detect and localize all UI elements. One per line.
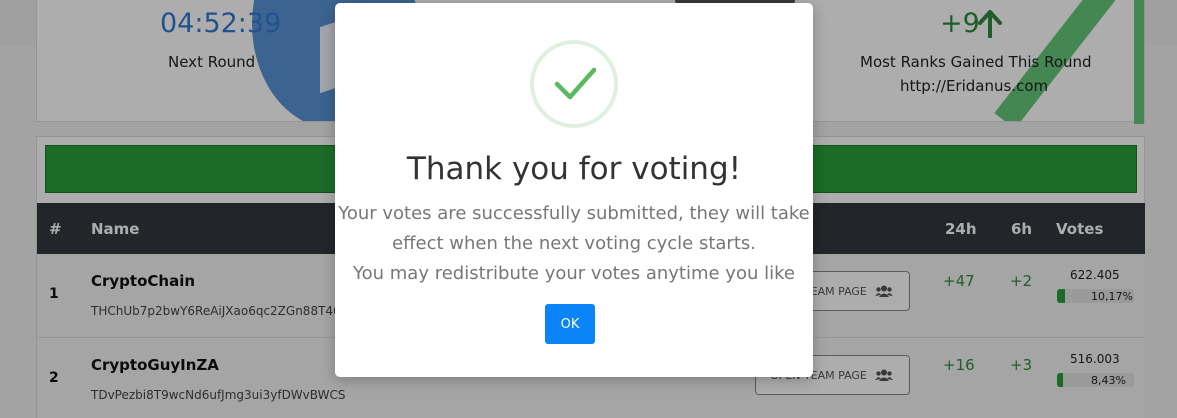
dialog-message-line: You may redistribute your votes anytime …: [353, 263, 795, 284]
dialog-title: Thank you for voting!: [406, 151, 742, 187]
dialog-message: Your votes are successfully submitted, t…: [335, 199, 813, 289]
checkmark-icon: [554, 67, 596, 100]
dialog-message-line: Your votes are successfully submitted, t…: [338, 203, 810, 224]
success-icon-ring: [530, 40, 618, 128]
dialog-message-line: effect when the next voting cycle starts…: [392, 233, 756, 254]
ok-button[interactable]: OK: [545, 304, 595, 344]
vote-success-dialog: Thank you for voting! Your votes are suc…: [335, 3, 813, 377]
